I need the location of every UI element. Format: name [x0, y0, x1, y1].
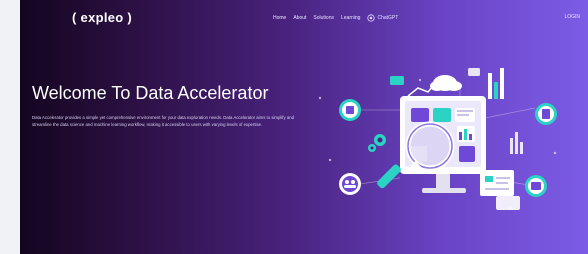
clipboard-badge-icon [535, 103, 557, 125]
document-icon [480, 170, 514, 196]
nav-item-about[interactable]: About [293, 15, 306, 21]
side-chart-icon [510, 132, 523, 154]
settings-badge-icon [339, 99, 361, 121]
hero-description: Data Accelerator provides a simple yet c… [32, 115, 295, 127]
page-title: Welcome To Data Accelerator [32, 83, 269, 103]
top-navigation: ( expleo ) Home About Solutions Learning… [20, 0, 588, 36]
expleo-logo[interactable]: ( expleo ) [72, 10, 132, 25]
video-badge-icon [525, 175, 547, 197]
nav-item-home[interactable]: Home [273, 15, 286, 21]
hero-banner: ( expleo ) Home About Solutions Learning… [20, 0, 588, 254]
chatgpt-icon [367, 14, 376, 22]
nav-item-learning[interactable]: Learning [341, 15, 360, 21]
users-badge-icon [339, 173, 361, 195]
nav-item-solutions[interactable]: Solutions [313, 15, 334, 21]
chat-bubble-icon [390, 76, 404, 85]
login-button[interactable]: LOGIN [564, 14, 580, 20]
data-analytics-illustration [318, 68, 557, 210]
nav-menu: Home About Solutions Learning ChatGPT [273, 14, 398, 22]
nav-item-chatgpt[interactable]: ChatGPT [367, 14, 398, 22]
gear-icon [368, 134, 386, 152]
bar-chart-icon [488, 68, 504, 99]
chatgpt-label: ChatGPT [377, 15, 399, 21]
